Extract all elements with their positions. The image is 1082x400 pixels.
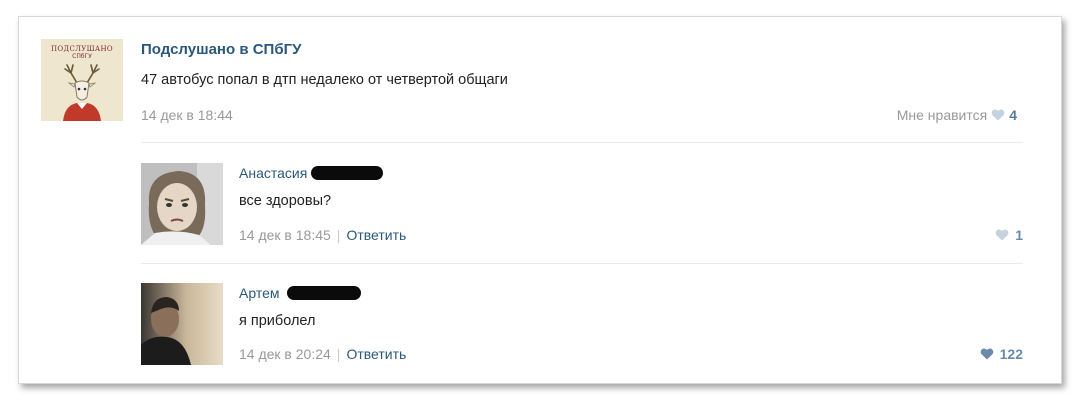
like-count: 122 [999, 346, 1023, 362]
like-count: 4 [1009, 107, 1017, 123]
separator: | [336, 227, 341, 243]
redaction-mark [287, 286, 361, 300]
heart-icon [980, 348, 993, 360]
wall-post-card: ПОДСЛУШАНО СПбГУ Подслушано в СПбГУ 47 а… [18, 16, 1062, 384]
group-name-link[interactable]: Подслушано в СПбГУ [141, 41, 301, 58]
reply-button[interactable]: Ответить [346, 227, 406, 243]
girl-photo-icon [141, 163, 223, 245]
post-like-button[interactable]: Мне нравится 4 [897, 107, 1017, 123]
comment-date[interactable]: 14 дек в 18:45 [239, 227, 331, 243]
man-photo-icon [141, 283, 223, 365]
comment-text: я приболел [239, 313, 316, 329]
post-text: 47 автобус попал в дтп недалеко от четве… [141, 72, 508, 88]
comment-author-name[interactable]: Артем [239, 285, 279, 301]
comment: Артем я приболел 14 дек в 20:24 | Ответить… [19, 263, 1061, 373]
group-avatar[interactable]: ПОДСЛУШАНО СПбГУ [41, 39, 123, 121]
redaction-mark [311, 166, 383, 180]
heart-icon [995, 229, 1009, 241]
deer-logo-icon [63, 64, 101, 121]
comment-author-name[interactable]: Анастасия [239, 165, 307, 181]
heart-icon [991, 109, 1005, 121]
like-count: 1 [1015, 227, 1023, 243]
like-label: Мне нравится [896, 107, 988, 123]
comment-meta: 14 дек в 18:45 | Ответить [239, 227, 406, 243]
comment-like-button[interactable]: 122 [980, 346, 1023, 362]
separator: | [336, 346, 341, 362]
comment-author-avatar[interactable] [141, 163, 223, 245]
comment-text: все здоровы? [239, 193, 332, 209]
comment-like-button[interactable]: 1 [995, 227, 1023, 243]
comment-date[interactable]: 14 дек в 20:24 [239, 346, 331, 362]
reply-button[interactable]: Ответить [346, 346, 406, 362]
comment: Анастасия все здоровы? 14 дек в 18:45 | От… [19, 143, 1061, 253]
comment-meta: 14 дек в 20:24 | Ответить [239, 346, 406, 362]
post-date[interactable]: 14 дек в 18:44 [141, 107, 233, 123]
comment-author-avatar[interactable] [141, 283, 223, 365]
post: ПОДСЛУШАНО СПбГУ Подслушано в СПбГУ 47 а… [19, 17, 1061, 147]
